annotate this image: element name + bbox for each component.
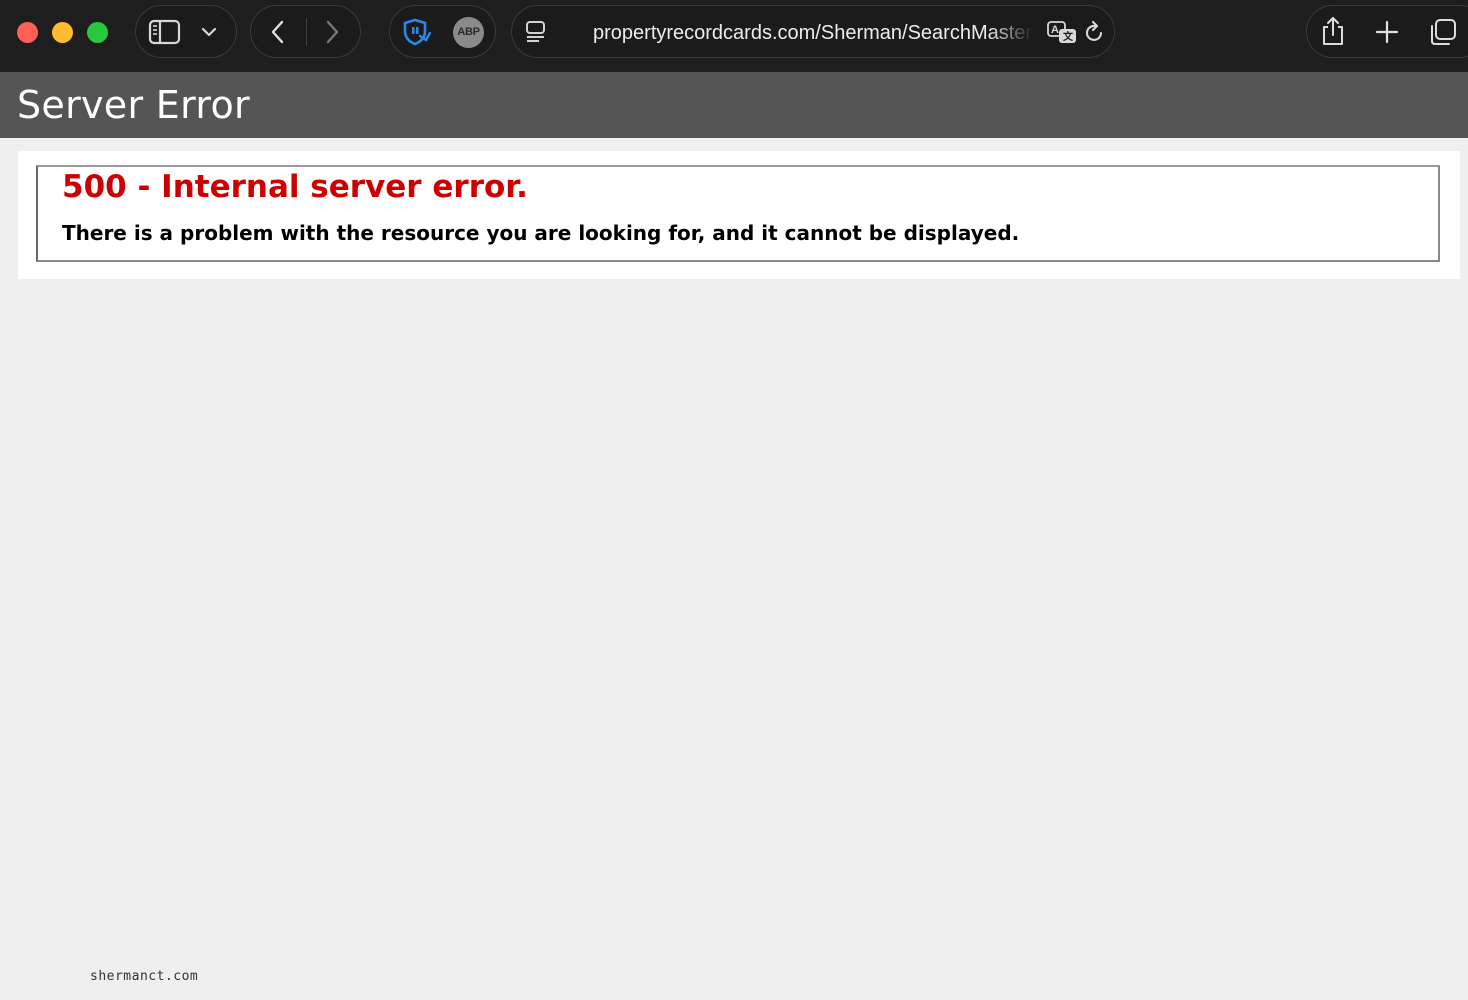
translate-icon[interactable]: A 文 — [1046, 20, 1078, 46]
tab-overview-icon[interactable] — [1428, 17, 1458, 47]
chevron-right-icon[interactable] — [322, 18, 342, 46]
watermark-text: shermanct.com — [90, 969, 199, 984]
nav-divider — [306, 18, 307, 46]
error-code-heading: 500 - Internal server error. — [62, 169, 528, 205]
share-icon[interactable] — [1320, 15, 1346, 47]
svg-text:文: 文 — [1063, 30, 1074, 43]
url-text[interactable]: propertyrecordcards.com/Sherman/SearchMa… — [593, 19, 1033, 47]
shield-extension-icon[interactable] — [401, 17, 433, 47]
chevron-down-icon[interactable] — [200, 24, 218, 40]
page-menu-icon[interactable] — [525, 19, 547, 45]
svg-text:A: A — [1051, 24, 1059, 36]
window-maximize-button[interactable] — [87, 22, 108, 43]
sidebar-icon[interactable] — [148, 18, 182, 46]
browser-toolbar: ABP propertyrecordcards.com/Sherman/Sear… — [0, 0, 1468, 72]
error-message: There is a problem with the resource you… — [62, 221, 1020, 245]
window-minimize-button[interactable] — [52, 22, 73, 43]
plus-icon[interactable] — [1374, 19, 1400, 45]
page-title: Server Error — [17, 83, 250, 127]
reload-icon[interactable] — [1084, 21, 1106, 45]
window-close-button[interactable] — [17, 22, 38, 43]
chevron-left-icon[interactable] — [268, 18, 288, 46]
adblock-plus-icon[interactable]: ABP — [453, 17, 484, 48]
